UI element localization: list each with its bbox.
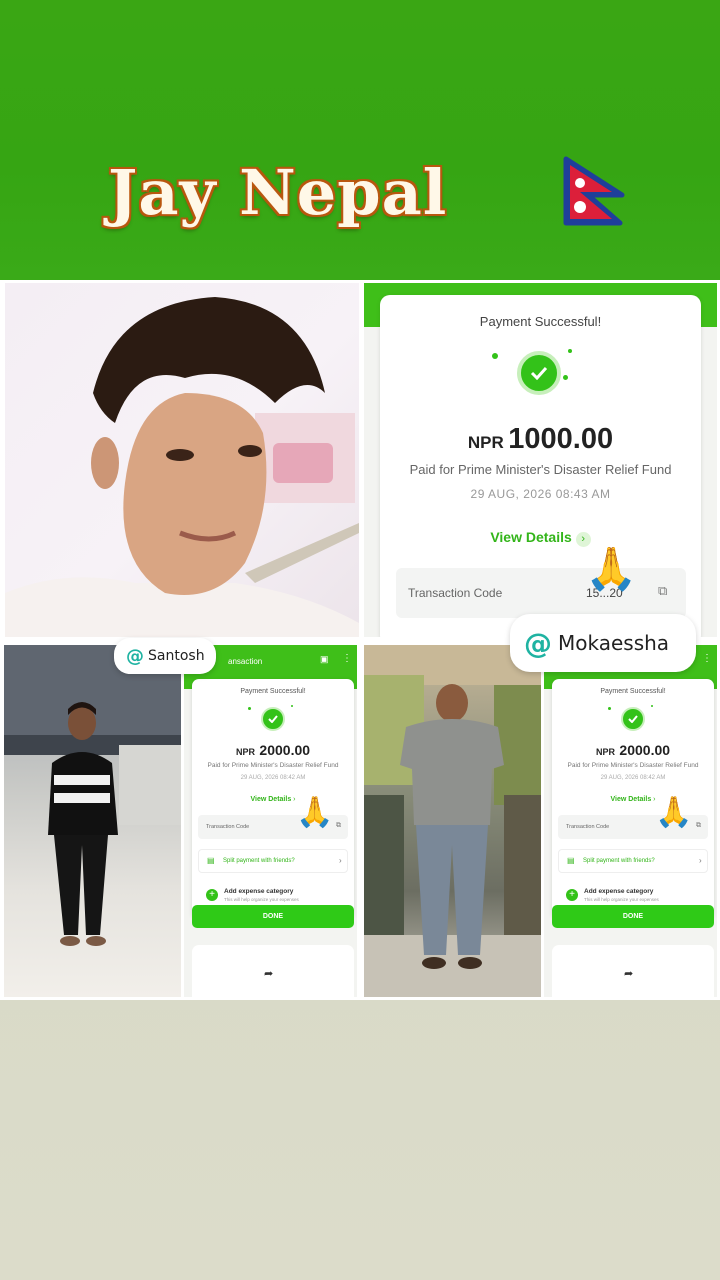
done-button[interactable]: DONE [552,905,714,928]
portrait-photo [5,283,359,637]
confetti-dot [492,353,498,359]
view-details-label: View Details [610,796,652,803]
amount: 2000.00 [259,742,311,758]
confetti-dot [248,707,251,710]
santosh-photo [4,645,181,997]
copy-icon[interactable]: ⧉ [696,822,701,830]
check-icon [261,707,285,731]
santosh-tag-label: Santosh [148,648,205,664]
currency: NPR [595,747,615,757]
at-icon: @ [126,645,144,667]
header-title: ansaction [228,657,263,666]
banner-title: Jay Nepal [108,156,448,229]
share-icon[interactable]: ➦ [624,967,633,980]
praying-hands-icon: 🙏 [655,796,693,829]
view-details-link[interactable]: View Details › [380,529,701,547]
more-vert-icon[interactable]: ⋮ [702,653,712,664]
split-icon: ▤ [207,856,215,865]
transaction-code-row: Transaction Code 15...20 ⧉ [396,568,686,618]
split-label: Split payment with friends? [583,858,655,864]
payment-datetime: 29 AUG, 2026 08:42 AM [600,775,666,781]
chevron-right-icon: › [699,856,702,865]
santosh-tag[interactable]: @ Santosh [114,638,216,674]
more-vert-icon[interactable]: ⋮ [342,653,352,664]
photo-collage: Payment Successful! NPR 1000.00 Paid for… [0,280,720,1000]
payment-status: Payment Successful! [240,688,306,695]
payment-card: Payment Successful! NPR 1000.00 Paid for… [380,295,701,637]
mokaessha-tag-label: Mokaessha [558,631,670,655]
payment-amount: NPR 1000.00 [380,423,701,456]
confetti-dot [291,705,293,707]
currency: NPR [235,747,255,757]
amount: 2000.00 [619,742,671,758]
at-icon: @ [524,626,552,660]
copy-icon[interactable]: ⧉ [658,583,667,599]
check-icon [517,351,561,395]
check-icon [621,707,645,731]
receipt-icon[interactable]: ▣ [320,654,329,665]
bottom-card: ➦ [192,945,354,997]
currency: NPR [467,433,504,452]
mokaessha-tag[interactable]: @ Mokaessha [510,614,696,672]
paid-for: Paid for Prime Minister's Disaster Relie… [207,762,339,769]
split-payment-row[interactable]: ▤ Split payment with friends? › [558,849,708,873]
payment-amount: NPR 2000.00 [552,742,714,760]
split-payment-row[interactable]: ▤ Split payment with friends? › [198,849,348,873]
praying-hands-icon: 🙏 [585,545,638,592]
paid-for: Paid for Prime Minister's Disaster Relie… [409,462,672,477]
paid-for: Paid for Prime Minister's Disaster Relie… [567,762,699,769]
praying-hands-icon: 🙏 [296,796,334,829]
payment-status: Payment Successful! [479,314,602,329]
plus-icon: + [566,889,578,901]
payment-status: Payment Successful! [600,688,666,695]
plus-icon: + [206,889,218,901]
split-icon: ▤ [567,856,575,865]
view-details-label: View Details [490,529,572,545]
view-details-label: View Details [250,796,292,803]
mokaessha-photo [364,645,541,997]
expense-title: Add expense category [224,888,294,895]
done-button[interactable]: DONE [192,905,354,928]
payment-datetime: 29 AUG, 2026 08:42 AM [240,775,306,781]
txn-label: Transaction Code [206,824,250,830]
payment-screen-main: Payment Successful! NPR 1000.00 Paid for… [364,283,717,637]
confetti-dot [651,705,653,707]
expense-sub: This will help organize your expenses [224,897,299,902]
share-icon[interactable]: ➦ [264,967,273,980]
payment-amount: NPR 2000.00 [192,742,354,760]
top-banner: Jay Nepal [0,0,720,280]
chevron-right-icon: › [339,856,342,865]
copy-icon[interactable]: ⧉ [336,822,341,830]
txn-label: Transaction Code [566,824,610,830]
expense-title: Add expense category [584,888,654,895]
confetti-dot [608,707,611,710]
confetti-dot [563,375,568,380]
confetti-dot [568,349,572,353]
expense-sub: This will help organize your expenses [584,897,659,902]
bottom-card: ➦ [552,945,714,997]
txn-label: Transaction Code [408,586,503,600]
nepal-flag-icon [563,156,625,226]
split-label: Split payment with friends? [223,858,295,864]
amount: 1000.00 [508,423,614,455]
payment-datetime: 29 AUG, 2026 08:43 AM [470,487,611,501]
